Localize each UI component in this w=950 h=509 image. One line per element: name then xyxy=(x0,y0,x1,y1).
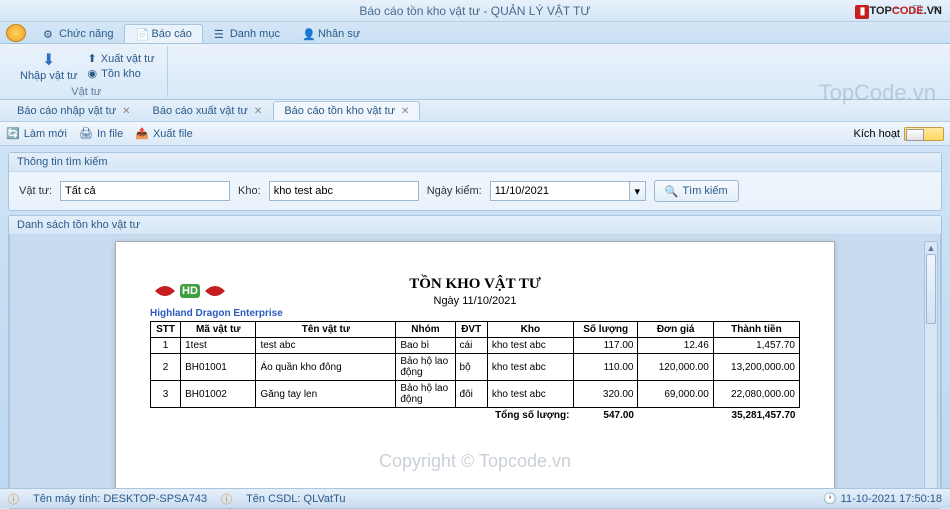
close-icon[interactable]: ✕ xyxy=(122,106,130,117)
ngay-label: Ngày kiểm: xyxy=(427,185,482,197)
doctab-xuat[interactable]: Báo cáo xuất vật tư✕ xyxy=(142,101,274,120)
search-icon: 🔍 xyxy=(665,185,679,198)
machine-label: Tên máy tính: xyxy=(33,493,100,505)
toggle-slider[interactable] xyxy=(904,127,944,141)
window-title: Báo cáo tồn kho vật tư - QUẢN LÝ VẬT TƯ xyxy=(359,4,590,18)
svg-text:HD: HD xyxy=(182,285,198,297)
clock-icon: 🕐 xyxy=(823,492,837,505)
col-dg: Đơn giá xyxy=(638,322,713,338)
col-tt: Thành tiền xyxy=(713,322,799,338)
db-name: QLVatTu xyxy=(304,493,346,505)
ribbon-group-label: Vật tư xyxy=(14,86,159,98)
ngay-input[interactable] xyxy=(490,181,630,201)
print-icon: 🖨 xyxy=(79,127,93,140)
scroll-up-icon[interactable]: ▲ xyxy=(925,242,937,254)
col-nhom: Nhóm xyxy=(396,322,455,338)
info-icon: ⓘ xyxy=(8,491,19,507)
list-icon: ☰ xyxy=(214,28,226,40)
nhap-vattu-button[interactable]: ⬇ Nhập vật tư xyxy=(14,48,84,84)
company-name: Highland Dragon Enterprise xyxy=(150,308,283,319)
scroll-thumb[interactable] xyxy=(926,254,936,324)
ribbon-body: ⬇ Nhập vật tư ⬆Xuất vật tư ◉Tồn kho Vật … xyxy=(0,44,950,100)
vattu-input[interactable] xyxy=(60,181,230,201)
export-icon: ⬆ xyxy=(88,52,97,65)
date-dropdown-button[interactable]: ▾ xyxy=(630,181,646,201)
status-clock: 🕐 11-10-2021 17:50:18 xyxy=(823,492,942,505)
tonkho-button[interactable]: ◉Tồn kho xyxy=(84,66,159,81)
col-kho: Kho xyxy=(487,322,573,338)
export-file-icon: 📤 xyxy=(135,127,149,140)
total-label: Tổng số lượng: xyxy=(151,408,574,424)
report-table: STT Mã vật tư Tên vật tư Nhóm ĐVT Kho Số… xyxy=(150,321,800,423)
document-tabs: Báo cáo nhập vật tư✕ Báo cáo xuất vật tư… xyxy=(0,100,950,122)
tab-chucnang[interactable]: ⚙Chức năng xyxy=(32,24,124,43)
ribbon-tabs: ⚙Chức năng 📄Báo cáo ☰Danh mục 👤Nhân sự xyxy=(0,22,950,44)
xuat-vattu-button[interactable]: ⬆Xuất vật tư xyxy=(84,51,159,66)
report-icon: 📄 xyxy=(135,28,147,40)
statusbar: ⓘ Tên máy tính: DESKTOP-SPSA743 ⓘ Tên CS… xyxy=(0,488,950,508)
import-icon: ⬇ xyxy=(42,50,55,70)
tab-nhansu[interactable]: 👤Nhân sự xyxy=(291,24,371,43)
table-row: 11testtest abcBao bìcáikho test abc117.0… xyxy=(151,338,800,354)
timkiem-button[interactable]: 🔍Tìm kiếm xyxy=(654,180,739,202)
col-stt: STT xyxy=(151,322,181,338)
col-sl: Số lượng xyxy=(573,322,638,338)
total-tt: 35,281,457.70 xyxy=(713,408,799,424)
company-logo: HD xyxy=(150,276,230,306)
list-header: Danh sách tồn kho vật tư xyxy=(9,216,941,235)
lammoi-button[interactable]: 🔄Làm mới xyxy=(6,127,67,140)
infile-button[interactable]: 🖨In file xyxy=(79,127,123,140)
watermark-large: TopCode.vn xyxy=(819,80,936,106)
tab-baocao[interactable]: 📄Báo cáo xyxy=(124,24,202,43)
col-ten: Tên vật tư xyxy=(256,322,396,338)
report-viewport: HD Highland Dragon Enterprise TỒN KHO VẬ… xyxy=(9,235,941,508)
tab-danhmuc[interactable]: ☰Danh mục xyxy=(203,24,291,43)
kho-input[interactable] xyxy=(269,181,419,201)
refresh-icon: 🔄 xyxy=(6,127,20,140)
info-icon: ⓘ xyxy=(221,491,232,507)
status-time: 11-10-2021 17:50:18 xyxy=(841,493,942,505)
watermark-logo: ▮TOPCODE.VN xyxy=(855,2,942,19)
search-header: Thông tin tìm kiếm xyxy=(9,153,941,172)
db-label: Tên CSDL: xyxy=(246,493,300,505)
table-row: 3BH01002Găng tay lenBảo hộ lao độngđôikh… xyxy=(151,381,800,408)
close-icon[interactable]: ✕ xyxy=(401,106,409,117)
person-icon: 👤 xyxy=(302,28,314,40)
machine-name: DESKTOP-SPSA743 xyxy=(103,493,207,505)
col-ma: Mã vật tư xyxy=(181,322,256,338)
kichhoat-toggle[interactable]: Kích hoạt xyxy=(854,127,944,141)
report-panel: Danh sách tồn kho vật tư HD Highland Dra… xyxy=(8,215,942,509)
total-sl: 547.00 xyxy=(573,408,638,424)
stock-icon: ◉ xyxy=(88,67,98,80)
search-panel: Thông tin tìm kiếm Vật tư: Kho: Ngày kiể… xyxy=(8,152,942,211)
xuatfile-button[interactable]: 📤Xuất file xyxy=(135,127,192,140)
gear-icon: ⚙ xyxy=(43,28,55,40)
kho-label: Kho: xyxy=(238,185,261,197)
col-dvt: ĐVT xyxy=(455,322,487,338)
doctab-nhap[interactable]: Báo cáo nhập vật tư✕ xyxy=(6,101,142,120)
table-row: 2BH01001Áo quần kho đôngBảo hộ lao độngb… xyxy=(151,354,800,381)
vattu-label: Vật tư: xyxy=(19,185,52,197)
close-icon[interactable]: ✕ xyxy=(254,106,262,117)
app-icon[interactable] xyxy=(6,24,26,42)
report-page: HD Highland Dragon Enterprise TỒN KHO VẬ… xyxy=(115,241,835,501)
toolbar: 🔄Làm mới 🖨In file 📤Xuất file Kích hoạt xyxy=(0,122,950,146)
titlebar: Báo cáo tồn kho vật tư - QUẢN LÝ VẬT TƯ … xyxy=(0,0,950,22)
vertical-scrollbar[interactable]: ▲ ▼ xyxy=(924,241,938,501)
doctab-ton[interactable]: Báo cáo tồn kho vật tư✕ xyxy=(273,101,420,120)
